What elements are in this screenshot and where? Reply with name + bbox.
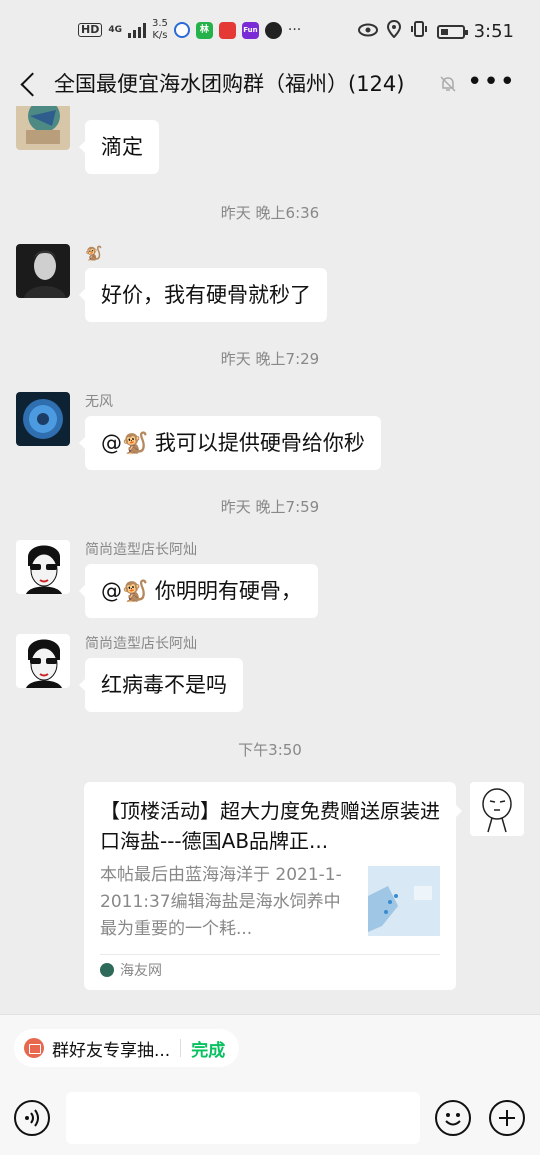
voice-icon xyxy=(25,1109,39,1127)
clock: 3:51 xyxy=(473,21,514,42)
link-card[interactable]: 【顶楼活动】超大力度免费赠送原装进口海盐---德国AB品牌正... 本帖最后由蓝… xyxy=(84,782,462,990)
app-notification-icon xyxy=(218,21,236,39)
timestamp: 昨天 晚上7:59 xyxy=(220,498,320,516)
speed-unit: K/s xyxy=(152,30,168,41)
battery-icon xyxy=(436,24,468,39)
message-body: 简尚造型店长阿灿 @🐒 你明明有硬骨， xyxy=(79,540,318,618)
chat-header: 全国最便宜海水团购群（福州）(124) ••• xyxy=(0,62,540,106)
sender-name: 🐒 xyxy=(85,246,103,262)
chip-divider xyxy=(180,1039,182,1057)
chip-label: 群好友专享抽... xyxy=(52,1040,171,1061)
avatar[interactable] xyxy=(16,106,70,150)
avatar[interactable] xyxy=(16,540,70,594)
source-name: 海友网 xyxy=(120,963,162,979)
app-notification-icon: 林 xyxy=(195,21,213,39)
network-speed: 3.5 K/s xyxy=(152,18,168,42)
status-right: 3:51 xyxy=(357,19,514,43)
divider xyxy=(100,954,440,955)
timestamp: 昨天 晚上6:36 xyxy=(220,204,320,222)
app-notification-icon xyxy=(173,22,190,38)
sender-name: 简尚造型店长阿灿 xyxy=(85,542,197,558)
app-notification-icon: Fun xyxy=(241,21,259,39)
message: 简尚造型店长阿灿 @🐒 你明明有硬骨， xyxy=(16,540,318,618)
location-icon xyxy=(386,19,401,43)
message-body: 简尚造型店长阿灿 红病毒不是吗 xyxy=(79,634,243,712)
vibrate-icon xyxy=(410,20,428,43)
status-left: HD 4G 3.5 K/s 林 Fun ··· xyxy=(78,18,301,42)
gift-icon xyxy=(24,1038,44,1058)
status-bar: HD 4G 3.5 K/s 林 Fun ··· 3:51 xyxy=(0,0,540,62)
link-card-title: 【顶楼活动】超大力度免费赠送原装进口海盐---德国AB品牌正... xyxy=(100,799,440,853)
message-bubble[interactable]: 好价，我有硬骨就秒了 xyxy=(79,268,327,322)
more-button[interactable]: ••• xyxy=(467,69,516,95)
message: 🐒 好价，我有硬骨就秒了 xyxy=(16,244,327,322)
message-body: 滴定 xyxy=(79,106,159,174)
more-dots-icon: ••• xyxy=(466,67,516,97)
sender-name: 无风 xyxy=(85,394,113,410)
more-notifications-icon: ··· xyxy=(287,22,302,38)
chat-title: 全国最便宜海水团购群（福州）(124) xyxy=(54,72,405,96)
message-body: 无风 @🐒 我可以提供硬骨给你秒 xyxy=(79,392,381,470)
timestamp: 下午3:50 xyxy=(238,741,302,759)
message: 无风 @🐒 我可以提供硬骨给你秒 xyxy=(16,392,381,470)
qq-icon xyxy=(264,21,282,39)
message: 滴定 xyxy=(16,106,159,174)
message-bubble[interactable]: 红病毒不是吗 xyxy=(79,658,243,712)
avatar[interactable] xyxy=(470,782,524,836)
network-type: 4G xyxy=(108,25,122,35)
avatar[interactable] xyxy=(16,244,70,298)
emoji-button[interactable] xyxy=(435,1100,471,1136)
sender-name: 简尚造型店长阿灿 xyxy=(85,636,197,652)
timestamp: 昨天 晚上7:29 xyxy=(220,350,320,368)
chip-done-label: 完成 xyxy=(191,1040,226,1061)
signal-icon xyxy=(128,22,146,38)
link-card-thumbnail xyxy=(368,866,440,936)
speed-value: 3.5 xyxy=(152,18,168,29)
message-bubble[interactable]: @🐒 我可以提供硬骨给你秒 xyxy=(79,416,381,470)
link-card-description: 本帖最后由蓝海海洋于 2021-1-2011:37编辑海盐是海水饲养中最为重要的… xyxy=(100,865,342,939)
chat-messages[interactable]: 滴定 昨天 晚上6:36 🐒 好价，我有硬骨就秒了 昨天 晚上7:29 无风 @… xyxy=(0,106,540,1014)
message-bubble[interactable]: 滴定 xyxy=(79,120,159,174)
plus-button[interactable] xyxy=(489,1100,525,1136)
source-icon xyxy=(100,963,114,977)
back-button[interactable] xyxy=(14,68,44,100)
avatar[interactable] xyxy=(16,392,70,446)
voice-button[interactable] xyxy=(14,1100,50,1136)
sender-name xyxy=(85,106,159,116)
avatar[interactable] xyxy=(16,634,70,688)
input-area: 群好友专享抽... 完成 xyxy=(0,1014,540,1155)
message-bubble[interactable]: @🐒 你明明有硬骨， xyxy=(79,564,318,618)
hd-badge: HD xyxy=(78,23,103,37)
group-lottery-chip[interactable]: 群好友专享抽... 完成 xyxy=(14,1029,240,1067)
message-body: 🐒 好价，我有硬骨就秒了 xyxy=(79,244,327,322)
eye-icon xyxy=(357,21,378,42)
message: 简尚造型店长阿灿 红病毒不是吗 xyxy=(16,634,243,712)
message-input[interactable] xyxy=(66,1092,420,1144)
link-card-source: 海友网 xyxy=(100,960,162,980)
bell-off-icon xyxy=(438,74,458,94)
emoji-icon xyxy=(445,1113,461,1126)
